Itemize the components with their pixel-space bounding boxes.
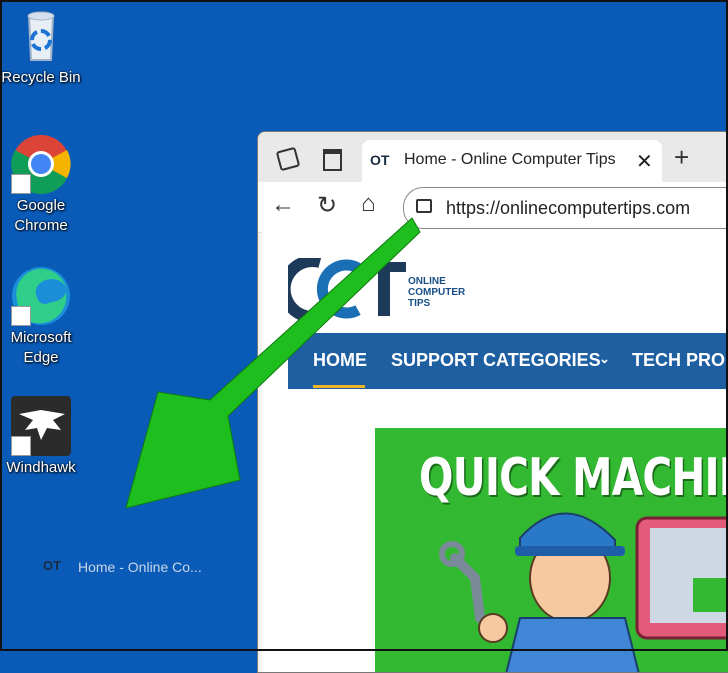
logo-line-1: ONLINE xyxy=(408,276,446,287)
home-icon[interactable]: ⌂ xyxy=(361,190,376,218)
url-text: https://onlinecomputertips.com xyxy=(446,198,691,218)
recycle-bin-icon xyxy=(11,6,71,66)
new-tab-icon[interactable]: + xyxy=(674,142,689,173)
recycle-bin-label: Recycle Bin xyxy=(1,69,81,86)
chrome-label: Google Chrome xyxy=(14,197,68,234)
chrome-desktop-icon[interactable]: Google Chrome xyxy=(1,134,81,236)
workspaces-icon[interactable] xyxy=(275,146,301,172)
nav-active-underline xyxy=(313,385,365,388)
page-content: ONLINE COMPUTER TIPS HOME SUPPORT CATEGO… xyxy=(262,232,728,672)
nav-tech-products[interactable]: TECH PROD xyxy=(632,350,728,371)
shortcut-arrow-icon xyxy=(11,436,31,456)
edge-icon xyxy=(11,266,71,326)
site-nav: HOME SUPPORT CATEGORIES ⌄ TECH PROD xyxy=(288,333,728,389)
lock-icon[interactable] xyxy=(416,199,432,213)
tab-home[interactable]: OT Home - Online Computer Tips ✕ xyxy=(362,140,662,182)
oct-logo-icon xyxy=(278,255,406,323)
nav-home[interactable]: HOME xyxy=(313,350,367,371)
oct-favicon-icon: OT xyxy=(43,558,62,573)
mechanic-illustration xyxy=(439,512,728,672)
edge-desktop-icon[interactable]: Microsoft Edge xyxy=(1,266,81,368)
tab-bar: OT Home - Online Computer Tips ✕ + xyxy=(258,132,728,182)
banner-image[interactable]: QUICK MACHINE xyxy=(375,428,728,672)
back-icon[interactable]: ← xyxy=(271,191,295,219)
site-logo[interactable]: ONLINE COMPUTER TIPS xyxy=(278,255,478,323)
windhawk-icon xyxy=(11,396,71,456)
chrome-icon xyxy=(11,134,71,195)
tab-title: Home - Online Computer Tips xyxy=(404,151,616,168)
edge-label: Microsoft Edge xyxy=(10,329,72,366)
windhawk-label: Windhawk xyxy=(6,459,76,476)
address-bar[interactable]: https://onlinecomputertips.com xyxy=(403,187,728,229)
nav-support-categories[interactable]: SUPPORT CATEGORIES xyxy=(391,350,601,371)
address-toolbar: ← ↻ ⌂ https://onlinecomputertips.com xyxy=(258,182,728,233)
edge-browser-window[interactable]: OT Home - Online Computer Tips ✕ + ← ↻ ⌂… xyxy=(257,131,728,673)
shortcut-arrow-icon xyxy=(11,174,31,194)
oct-favicon-icon: OT xyxy=(370,152,390,168)
shortcut-arrow-icon xyxy=(11,306,31,326)
dragged-tab-label: Home - Online Co... xyxy=(78,559,202,575)
recycle-bin-desktop-icon[interactable]: Recycle Bin xyxy=(1,6,81,88)
logo-line-2: COMPUTER xyxy=(408,287,466,298)
vertical-tabs-icon[interactable] xyxy=(323,149,342,171)
refresh-icon[interactable]: ↻ xyxy=(317,191,337,220)
logo-line-3: TIPS xyxy=(408,298,431,309)
windhawk-desktop-icon[interactable]: Windhawk xyxy=(1,396,81,478)
close-tab-icon[interactable]: ✕ xyxy=(636,149,653,174)
chevron-down-icon[interactable]: ⌄ xyxy=(599,351,610,367)
